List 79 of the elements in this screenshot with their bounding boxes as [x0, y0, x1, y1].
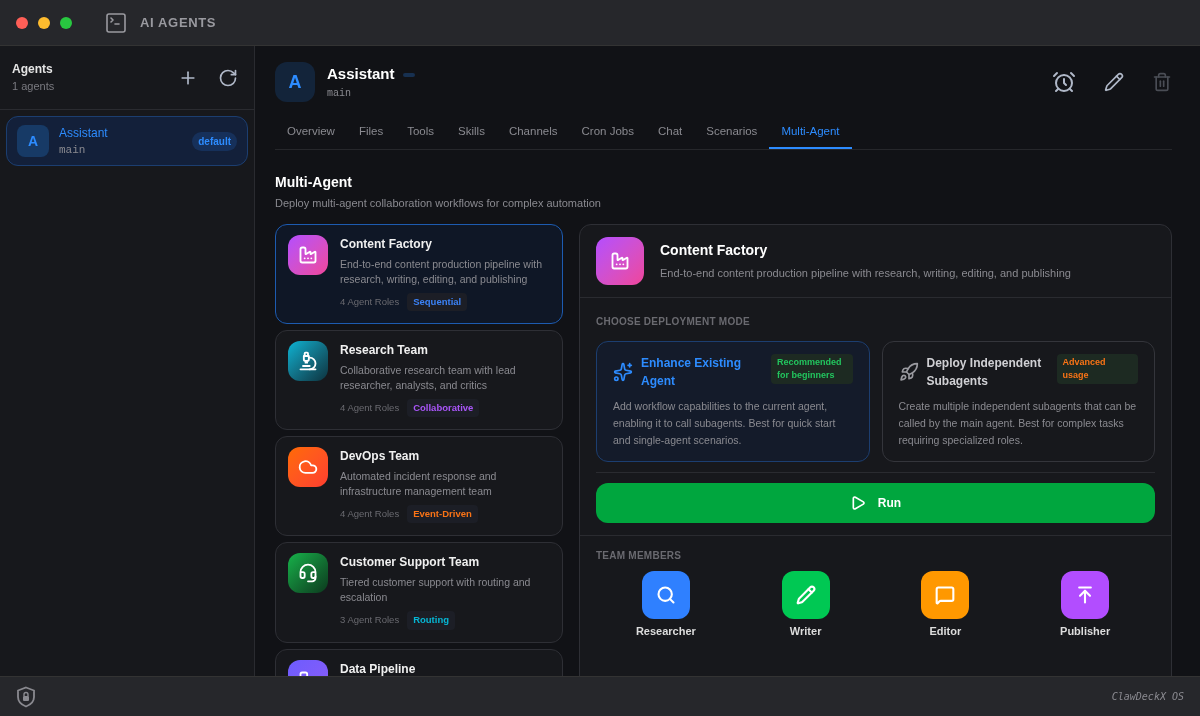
template-card[interactable]: Data Pipeline [275, 648, 563, 676]
template-title: Content Factory [340, 235, 433, 253]
alarm-clock-icon [1052, 70, 1076, 94]
trash-icon [1152, 72, 1172, 92]
agent-name: Assistant [59, 124, 109, 142]
template-title: Customer Support Team [340, 554, 481, 572]
tab[interactable]: Chat [645, 116, 695, 149]
mode-card[interactable]: Enhance Existing Agent Recommended for beginners Add workflow capabilities to the current agent, enabling it to call subagents. Best for quick start and single-agent scenarios. [596, 340, 870, 462]
tab[interactable]: Tools [395, 116, 447, 149]
tab[interactable]: Scenarios [694, 116, 770, 149]
mode-title: Enhance Existing Agent [641, 354, 743, 390]
template-description: Collaborative research team with lead researcher, analysts, and critics [340, 362, 517, 393]
agent-title: Assistant [327, 64, 395, 85]
mode-description: Add workflow capabilities to the current agent, enabling it to call subagents. Best for quick start and single-agent scenarios. [613, 398, 837, 448]
maximize-window-button[interactable] [60, 16, 72, 29]
agent-roles-count: 4 Agent Roles [340, 400, 400, 415]
member-name: Writer [789, 623, 822, 639]
section-title: Multi-Agent [275, 173, 353, 192]
detail-title: Content Factory [660, 240, 769, 260]
factory-icon [288, 234, 328, 275]
mode-label: CHOOSE DEPLOYMENT MODE [596, 314, 751, 329]
section-subtitle: Deploy multi-agent collaboration workflows for complex automation [275, 196, 602, 211]
agent-avatar: A [275, 62, 315, 102]
agent-count: 1 agents [12, 79, 56, 95]
mode-badge: Advanced usage [1056, 353, 1138, 384]
sparkles-icon [613, 361, 633, 382]
cloud-icon [288, 447, 328, 487]
tab[interactable]: Overview [275, 116, 347, 149]
brand-label: ClawDeckX OS [1111, 690, 1184, 704]
members-label: TEAM MEMBERS [596, 548, 683, 563]
tab[interactable]: Cron Jobs [569, 116, 646, 149]
template-description: End-to-end content production pipeline with research, writing, editing, and publishing [340, 256, 543, 287]
template-title: Data Pipeline [340, 660, 416, 676]
microscope-icon [288, 340, 328, 381]
tab[interactable]: Files [346, 116, 396, 149]
template-description: Automated incident response and infrastructure management team [340, 469, 498, 499]
minimize-window-button[interactable] [38, 16, 50, 29]
shield-lock-icon [16, 685, 36, 708]
default-badge: default [192, 131, 237, 151]
template-tag: Sequential [407, 292, 468, 311]
tab[interactable]: Channels [496, 116, 570, 149]
agent-list-item[interactable]: A Assistant main default [6, 116, 248, 166]
pencil-icon [1104, 72, 1124, 92]
template-tag: Event-Driven [407, 505, 478, 524]
template-tag: Routing [407, 611, 456, 630]
sidebar-title: Agents [12, 61, 54, 79]
member-name: Researcher [635, 623, 696, 639]
member-name: Publisher [1060, 623, 1111, 639]
template-card[interactable]: Content Factory End-to-end content production pipeline with research, writing, editing, and publishing 4 Agent Roles Sequential [275, 223, 563, 324]
agent-roles-count: 3 Agent Roles [340, 613, 400, 628]
template-description: Tiered customer support with routing and escalation [340, 575, 532, 606]
agent-avatar: A [17, 125, 49, 157]
template-tag: Collaborative [407, 398, 480, 417]
terminal-icon [104, 10, 128, 35]
tab[interactable]: Multi-Agent [769, 116, 852, 149]
member-name: Editor [929, 623, 962, 639]
template-title: Research Team [340, 341, 429, 359]
status-pill [402, 72, 415, 77]
mode-title: Deploy Independent Subagents [926, 354, 1043, 390]
template-card[interactable]: Research Team Collaborative research team with lead researcher, analysts, and critics 4 Agent Roles Collaborative [275, 329, 563, 430]
detail-description: End-to-end content production pipeline with research, writing, editing, and publishing [660, 265, 1071, 281]
run-button[interactable]: Run [596, 482, 1155, 523]
close-window-button[interactable] [16, 16, 28, 29]
refresh-icon [218, 67, 238, 88]
agent-roles-count: 4 Agent Roles [340, 294, 400, 309]
factory-icon [596, 236, 644, 285]
mode-badge: Recommended for beginners [771, 353, 853, 384]
rocket-icon [898, 361, 919, 382]
template-card[interactable]: Customer Support Team Tiered customer support with routing and escalation 3 Agent Roles Routing [275, 542, 563, 643]
tab[interactable]: Skills [446, 116, 497, 149]
mode-card[interactable]: Deploy Independent Subagents Advanced usage Create multiple independent subagents that can be called by the main agent. Best for complex tasks requiring specialized roles. [881, 340, 1155, 462]
agent-roles-count: 4 Agent Roles [340, 507, 400, 521]
template-card[interactable]: DevOps Team Automated incident response and infrastructure management team 4 Agent Roles Event-Driven [275, 436, 563, 537]
template-title: DevOps Team [340, 448, 421, 465]
mode-description: Create multiple independent subagents that can be called by the main agent. Best for complex tasks requiring specialized roles. [898, 398, 1138, 448]
headset-icon [288, 553, 328, 594]
agent-id: main [59, 142, 87, 158]
agent-id: main [327, 86, 352, 101]
window-title: AI AGENTS [140, 13, 217, 32]
